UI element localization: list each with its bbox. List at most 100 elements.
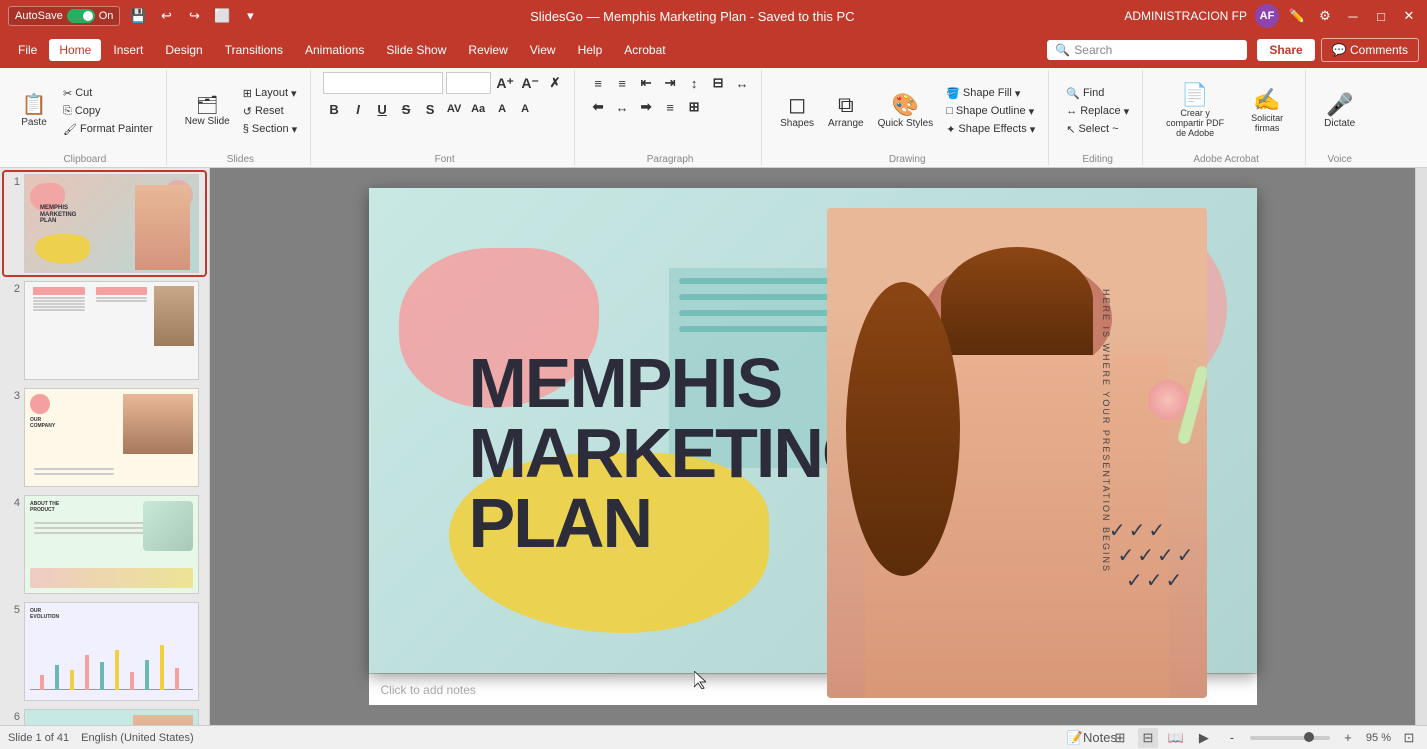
quick-styles-button[interactable]: 🎨 Quick Styles xyxy=(872,90,940,133)
canvas-area[interactable]: MEMPHISMARKETINGPLAN ✓✓✓ ✓✓✓✓ ✓✓✓ xyxy=(210,168,1415,725)
drawing-label: Drawing xyxy=(889,152,926,165)
zoom-thumb[interactable] xyxy=(1304,732,1314,742)
paragraph-label: Paragraph xyxy=(647,152,694,165)
maximize-button[interactable]: □ xyxy=(1371,6,1391,26)
shape-outline-button[interactable]: □ Shape Outline ▾ xyxy=(941,103,1040,120)
autosave-toggle[interactable] xyxy=(67,9,95,23)
increase-font-button[interactable]: A⁺ xyxy=(494,72,516,94)
slide-item-5[interactable]: 5 OUREVOLUTION xyxy=(4,600,205,703)
slide-canvas[interactable]: MEMPHISMARKETINGPLAN ✓✓✓ ✓✓✓✓ ✓✓✓ xyxy=(369,188,1257,673)
notes-button[interactable]: 📝 Notes xyxy=(1082,728,1102,748)
replace-icon: ↔ xyxy=(1066,105,1077,117)
justify-button[interactable]: ≡ xyxy=(659,96,681,118)
slide-item-1[interactable]: 1 MEMPHISMARKETINGPLAN xyxy=(4,172,205,275)
share-button[interactable]: Share xyxy=(1257,39,1314,61)
decrease-indent-button[interactable]: ⇤ xyxy=(635,72,657,94)
request-signatures-button[interactable]: ✍ Solicitar firmas xyxy=(1237,85,1297,137)
menu-insert[interactable]: Insert xyxy=(103,39,153,61)
text-direction-button[interactable]: ↔ xyxy=(731,72,753,94)
notes-placeholder[interactable]: Click to add notes xyxy=(381,683,476,697)
increase-indent-button[interactable]: ⇥ xyxy=(659,72,681,94)
shape-fill-chevron: ▾ xyxy=(1015,87,1021,100)
customize-button[interactable]: ▾ xyxy=(240,6,260,26)
align-left-button[interactable]: ⬅ xyxy=(587,96,609,118)
menu-review[interactable]: Review xyxy=(458,39,517,61)
format-painter-button[interactable]: 🖌 Format Painter xyxy=(58,121,158,138)
layout-button[interactable]: ⊞ Layout ▾ xyxy=(238,85,302,102)
menu-acrobat[interactable]: Acrobat xyxy=(614,39,675,61)
menu-help[interactable]: Help xyxy=(568,39,613,61)
menu-view[interactable]: View xyxy=(520,39,566,61)
shape-effects-button[interactable]: ✦ Shape Effects ▾ xyxy=(941,121,1040,138)
text-shadow-button[interactable]: S xyxy=(419,98,441,120)
create-share-pdf-button[interactable]: 📄 Crear y compartir PDF de Adobe xyxy=(1155,80,1235,142)
italic-button[interactable]: I xyxy=(347,98,369,120)
find-button[interactable]: 🔍 Find xyxy=(1061,85,1134,102)
section-button[interactable]: § Section ▾ xyxy=(238,121,302,138)
columns-button[interactable]: ⊟ xyxy=(707,72,729,94)
numbered-list-button[interactable]: ≡ xyxy=(611,72,633,94)
fit-window-button[interactable]: ⊡ xyxy=(1399,728,1419,748)
replace-button[interactable]: ↔ Replace ▾ xyxy=(1061,103,1134,120)
save-button[interactable]: 💾 xyxy=(128,6,148,26)
slide-item-3[interactable]: 3 OURCOMPANY xyxy=(4,386,205,489)
font-color-button[interactable]: A xyxy=(514,98,536,120)
autosave-control[interactable]: AutoSave On xyxy=(8,6,120,26)
font-name-input[interactable] xyxy=(323,72,443,94)
cut-button[interactable]: ✂ Cut xyxy=(58,85,158,102)
menu-design[interactable]: Design xyxy=(155,39,212,61)
shapes-button[interactable]: ◻ Shapes xyxy=(774,90,820,133)
underline-button[interactable]: U xyxy=(371,98,393,120)
menu-file[interactable]: File xyxy=(8,39,47,61)
menu-animations[interactable]: Animations xyxy=(295,39,374,61)
font-size-input[interactable] xyxy=(446,72,491,94)
slide-item-6[interactable]: 6 xyxy=(4,707,205,725)
right-scrollbar[interactable] xyxy=(1415,168,1427,725)
restore-button[interactable]: ⬜ xyxy=(212,6,232,26)
slide-sorter-button[interactable]: ⊟ xyxy=(1138,728,1158,748)
menu-home[interactable]: Home xyxy=(49,39,101,61)
close-button[interactable]: ✕ xyxy=(1399,6,1419,26)
shape-outline-icon: □ xyxy=(946,105,953,117)
zoom-in-button[interactable]: + xyxy=(1338,728,1358,748)
zoom-out-button[interactable]: - xyxy=(1222,728,1242,748)
paste-button[interactable]: 📋 Paste xyxy=(12,91,56,132)
undo-button[interactable]: ↩ xyxy=(156,6,176,26)
align-right-button[interactable]: ➡ xyxy=(635,96,657,118)
copy-button[interactable]: ⎘ Copy xyxy=(58,103,158,120)
menu-transitions[interactable]: Transitions xyxy=(215,39,293,61)
settings-icon[interactable]: ⚙ xyxy=(1315,6,1335,26)
slide-item-2[interactable]: 2 xyxy=(4,279,205,382)
char-spacing-button[interactable]: AV xyxy=(443,98,465,120)
align-center-button[interactable]: ↔ xyxy=(611,96,633,118)
arrange-button[interactable]: ⧉ Arrange xyxy=(822,90,870,133)
minimize-button[interactable]: ─ xyxy=(1343,6,1363,26)
pen-button[interactable]: ✏️ xyxy=(1287,6,1307,26)
menu-slideshow[interactable]: Slide Show xyxy=(376,39,456,61)
voice-label: Voice xyxy=(1327,152,1351,165)
reset-button[interactable]: ↺ Reset xyxy=(238,103,302,120)
select-button[interactable]: ↖ Select ~ xyxy=(1061,121,1134,138)
zoom-slider[interactable] xyxy=(1250,736,1330,740)
redo-button[interactable]: ↪ xyxy=(184,6,204,26)
decrease-font-button[interactable]: A⁻ xyxy=(519,72,541,94)
bullet-list-button[interactable]: ≡ xyxy=(587,72,609,94)
strikethrough-button[interactable]: S xyxy=(395,98,417,120)
bold-button[interactable]: B xyxy=(323,98,345,120)
slide-panel[interactable]: 1 MEMPHISMARKETINGPLAN 2 xyxy=(0,168,210,725)
change-case-button[interactable]: Aa xyxy=(467,98,489,120)
search-box[interactable]: 🔍 Search xyxy=(1047,40,1247,60)
clear-formatting-button[interactable]: ✗ xyxy=(544,72,566,94)
slideshow-button[interactable]: ▶ xyxy=(1194,728,1214,748)
smart-art-button[interactable]: ⊞ xyxy=(683,96,705,118)
slide-item-4[interactable]: 4 ABOUT THEPRODUCT xyxy=(4,493,205,596)
normal-view-button[interactable]: ⊞ xyxy=(1110,728,1130,748)
reading-view-button[interactable]: 📖 xyxy=(1166,728,1186,748)
comments-button[interactable]: 💬 Comments xyxy=(1321,38,1419,62)
new-slide-button[interactable]: 🗂 New Slide xyxy=(179,92,236,131)
highlight-color-button[interactable]: A xyxy=(491,98,513,120)
line-spacing-button[interactable]: ↕ xyxy=(683,72,705,94)
shape-fill-button[interactable]: 🪣 Shape Fill ▾ xyxy=(941,85,1040,102)
dictate-button[interactable]: 🎤 Dictate xyxy=(1318,90,1361,133)
user-avatar[interactable]: AF xyxy=(1255,4,1279,28)
